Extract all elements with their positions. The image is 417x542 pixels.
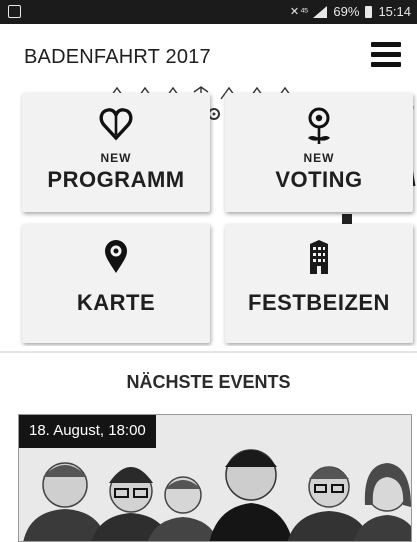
programm-tile[interactable]: NEW PROGRAMM	[22, 93, 210, 212]
status-bar: ✕ ⁴⁵ 69% 15:14	[0, 0, 417, 24]
events-section-title: NÄCHSTE EVENTS	[126, 372, 291, 392]
cell-signal-icon	[313, 5, 328, 18]
main-menu-area: NEW PROGRAMM NEW VOTING KARTE FESTBEIZEN	[0, 86, 417, 346]
karte-tile[interactable]: KARTE	[22, 224, 210, 343]
event-date-badge: 18. August, 18:00	[19, 415, 156, 448]
app-title: BADENFAHRT 2017	[24, 46, 211, 68]
karte-label: KARTE	[76, 290, 156, 315]
new-badge: NEW	[303, 151, 335, 165]
building-icon	[225, 238, 413, 274]
programm-label: PROGRAMM	[47, 167, 185, 192]
notification-icon	[8, 5, 21, 18]
voting-label: VOTING	[275, 167, 363, 192]
new-badge: NEW	[100, 151, 132, 165]
flower-icon	[225, 107, 413, 144]
battery-percent: 69%	[333, 4, 360, 19]
voting-tile[interactable]: NEW VOTING	[225, 93, 413, 212]
battery-icon	[365, 5, 373, 18]
clock: 15:14	[378, 4, 411, 19]
festbeizen-label: FESTBEIZEN	[248, 290, 390, 315]
heart-icon	[22, 107, 210, 141]
map-pin-icon	[22, 238, 210, 273]
status-indicators: ✕ ⁴⁵ 69% 15:14	[290, 4, 411, 19]
event-card[interactable]: 18. August, 18:00	[18, 414, 412, 542]
app-bar: BADENFAHRT 2017	[0, 24, 417, 86]
festbeizen-tile[interactable]: FESTBEIZEN	[225, 224, 413, 343]
hamburger-menu-icon[interactable]	[371, 42, 401, 68]
signal-icons: ✕ ⁴⁵	[289, 6, 309, 18]
section-divider	[0, 351, 417, 353]
